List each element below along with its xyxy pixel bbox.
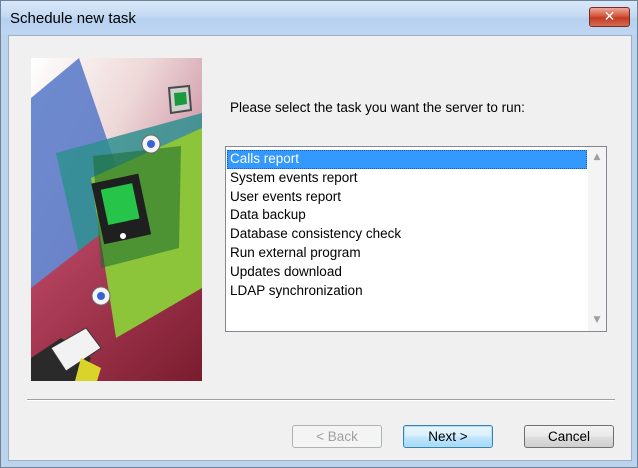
- list-item-calls-report[interactable]: Calls report: [227, 150, 587, 169]
- scroll-down-icon[interactable]: ▼: [588, 312, 606, 329]
- task-prompt: Please select the task you want the serv…: [230, 100, 525, 115]
- task-list: Calls report System events report User e…: [227, 150, 587, 300]
- list-item-system-events-report[interactable]: System events report: [227, 169, 587, 188]
- task-listbox[interactable]: Calls report System events report User e…: [225, 146, 607, 332]
- list-item-user-events-report[interactable]: User events report: [227, 188, 587, 207]
- scroll-up-icon[interactable]: ▲: [588, 149, 606, 166]
- listbox-scrollbar[interactable]: ▲ ▼: [588, 147, 606, 331]
- next-button[interactable]: Next >: [403, 425, 493, 448]
- title-bar[interactable]: Schedule new task ✕: [1, 1, 637, 34]
- close-button[interactable]: ✕: [589, 7, 630, 27]
- list-item-run-external-program[interactable]: Run external program: [227, 244, 587, 263]
- window-title: Schedule new task: [10, 10, 136, 27]
- list-item-ldap-synchronization[interactable]: LDAP synchronization: [227, 282, 587, 301]
- list-item-data-backup[interactable]: Data backup: [227, 206, 587, 225]
- cancel-button[interactable]: Cancel: [524, 425, 614, 448]
- list-item-database-consistency-check[interactable]: Database consistency check: [227, 225, 587, 244]
- close-icon: ✕: [603, 9, 616, 25]
- back-button[interactable]: < Back: [292, 425, 382, 448]
- list-item-updates-download[interactable]: Updates download: [227, 263, 587, 282]
- dialog-window: Schedule new task ✕ Please select the ta…: [0, 0, 638, 468]
- wizard-illustration: [31, 58, 202, 381]
- button-separator: [27, 399, 615, 401]
- dialog-body: Please select the task you want the serv…: [8, 35, 632, 461]
